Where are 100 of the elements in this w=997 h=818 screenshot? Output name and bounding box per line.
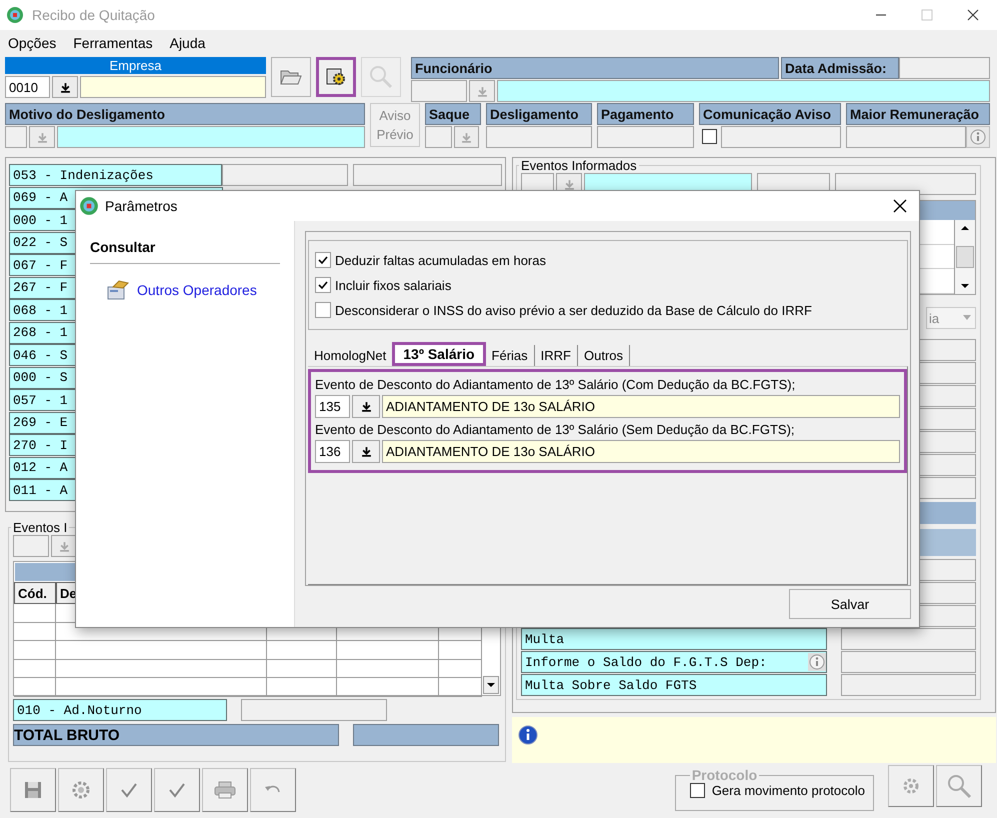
checkmark-icon <box>318 280 328 290</box>
check-button[interactable] <box>154 768 200 812</box>
cog-icon <box>71 780 91 800</box>
column-header: Desligamento <box>486 103 592 125</box>
tab[interactable]: IRRF <box>534 345 578 366</box>
printer-icon <box>214 781 236 799</box>
field-label: Evento de Desconto do Adiantamento de 13º Salário (Com Dedução da BC.FGTS); <box>315 377 796 392</box>
date-field[interactable] <box>597 126 694 148</box>
download-icon <box>60 82 70 92</box>
scrollbar[interactable] <box>954 220 975 294</box>
menu-item[interactable]: Ajuda <box>170 34 206 50</box>
lookup-button[interactable] <box>352 440 380 463</box>
table-cell <box>439 660 482 678</box>
motivo-field[interactable] <box>57 126 365 148</box>
date-field[interactable] <box>486 126 592 148</box>
table-cell <box>267 660 337 678</box>
undo-button[interactable] <box>250 768 296 812</box>
save-button[interactable]: Salvar <box>789 589 911 619</box>
scroll-thumb[interactable] <box>956 246 974 268</box>
column-header: Saque <box>425 103 481 125</box>
search-button[interactable] <box>936 765 982 807</box>
menu-item[interactable]: Ferramentas <box>73 34 153 50</box>
folder-icon <box>280 68 302 86</box>
print-button[interactable] <box>202 768 248 812</box>
check-button[interactable] <box>106 768 152 812</box>
download-icon <box>460 132 472 142</box>
value-field[interactable] <box>222 164 348 186</box>
close-icon[interactable] <box>893 199 907 213</box>
event-item[interactable]: 010 - Ad.Noturno <box>13 699 227 721</box>
total-bar: TOTAL BRUTO <box>13 724 339 746</box>
motivo-header: Motivo do Desligamento <box>5 103 365 125</box>
table-cell <box>439 641 482 660</box>
info-icon[interactable] <box>808 653 826 671</box>
description-field[interactable]: ADIANTAMENTO DE 13o SALÁRIO <box>382 440 900 463</box>
funcionario-field[interactable] <box>497 80 990 102</box>
folder-button[interactable] <box>271 57 311 97</box>
fgts-item[interactable]: Multa <box>521 628 827 650</box>
checkbox[interactable] <box>315 277 331 293</box>
folder-icon <box>107 280 129 300</box>
download-icon <box>360 446 372 457</box>
group-label: Eventos I <box>12 520 68 535</box>
info-icon <box>518 725 538 745</box>
code-field[interactable] <box>13 535 49 557</box>
column-header: Pagamento <box>597 103 694 125</box>
empresa-name-field[interactable] <box>80 76 266 98</box>
code-field[interactable]: 0010 <box>5 76 50 98</box>
checkbox[interactable] <box>315 252 331 268</box>
description-field[interactable]: ADIANTAMENTO DE 13o SALÁRIO <box>382 395 900 418</box>
checkbox[interactable] <box>702 129 717 144</box>
value-field[interactable] <box>352 164 502 186</box>
tab[interactable]: 13º Salário <box>392 342 486 366</box>
save-button[interactable] <box>10 768 56 812</box>
list-item[interactable]: 053 - Indenizações <box>9 164 222 186</box>
gear-icon <box>901 776 921 796</box>
table-cell <box>267 641 337 660</box>
code-field[interactable]: 136 <box>315 440 350 463</box>
close-icon[interactable] <box>967 9 979 21</box>
checkbox-label: Gera movimento protocolo <box>712 783 865 798</box>
date-field[interactable] <box>721 126 841 148</box>
gear-button[interactable] <box>316 57 356 97</box>
cog-button[interactable] <box>58 768 104 812</box>
admissao-header: Data Admissão: <box>781 57 899 79</box>
funcionario-header: Funcionário <box>411 57 779 79</box>
code-field[interactable] <box>411 80 467 102</box>
floppy-icon <box>24 781 42 799</box>
link[interactable]: Outros Operadores <box>137 282 257 298</box>
tab[interactable]: Outros <box>578 345 630 366</box>
info-button[interactable] <box>966 126 990 148</box>
lookup-button[interactable] <box>352 395 380 418</box>
fgts-item[interactable]: Informe o Saldo do F.G.T.S Dep: <box>521 651 827 673</box>
field-label: Evento de Desconto do Adiantamento de 13º Salário (Sem Dedução da BC.FGTS); <box>315 422 796 437</box>
code-field[interactable] <box>5 126 27 148</box>
value-field[interactable] <box>846 126 966 148</box>
value-field[interactable] <box>241 699 387 721</box>
download-icon <box>36 132 48 142</box>
tab[interactable]: HomologNet <box>308 345 392 366</box>
dropdown-arrow-icon <box>963 315 971 321</box>
value-field[interactable] <box>841 674 976 696</box>
fgts-item[interactable]: Multa Sobre Saldo FGTS <box>521 674 827 696</box>
tab[interactable]: Férias <box>486 345 535 366</box>
checkmark-icon <box>318 255 328 265</box>
download-icon <box>58 540 70 552</box>
column-header: Cód. <box>14 582 56 604</box>
checkmark-icon <box>168 781 186 799</box>
date-field[interactable] <box>425 126 452 148</box>
group-label: Eventos Informados <box>520 158 638 173</box>
menu-item[interactable]: Opções <box>8 34 56 50</box>
checkbox-label: Deduzir faltas acumuladas em horas <box>335 252 546 268</box>
admissao-field[interactable] <box>899 57 990 79</box>
value-field[interactable] <box>841 651 976 673</box>
checkbox[interactable] <box>690 783 705 798</box>
code-field[interactable]: 135 <box>315 395 350 418</box>
empresa-header: Empresa <box>5 57 266 74</box>
app-logo-icon <box>79 196 99 216</box>
checkbox[interactable] <box>315 302 331 318</box>
lookup-button[interactable] <box>52 76 78 98</box>
gear-icon <box>326 67 346 87</box>
value-field[interactable] <box>841 628 976 650</box>
scroll-down-icon[interactable] <box>483 676 499 694</box>
search-icon <box>945 772 973 800</box>
